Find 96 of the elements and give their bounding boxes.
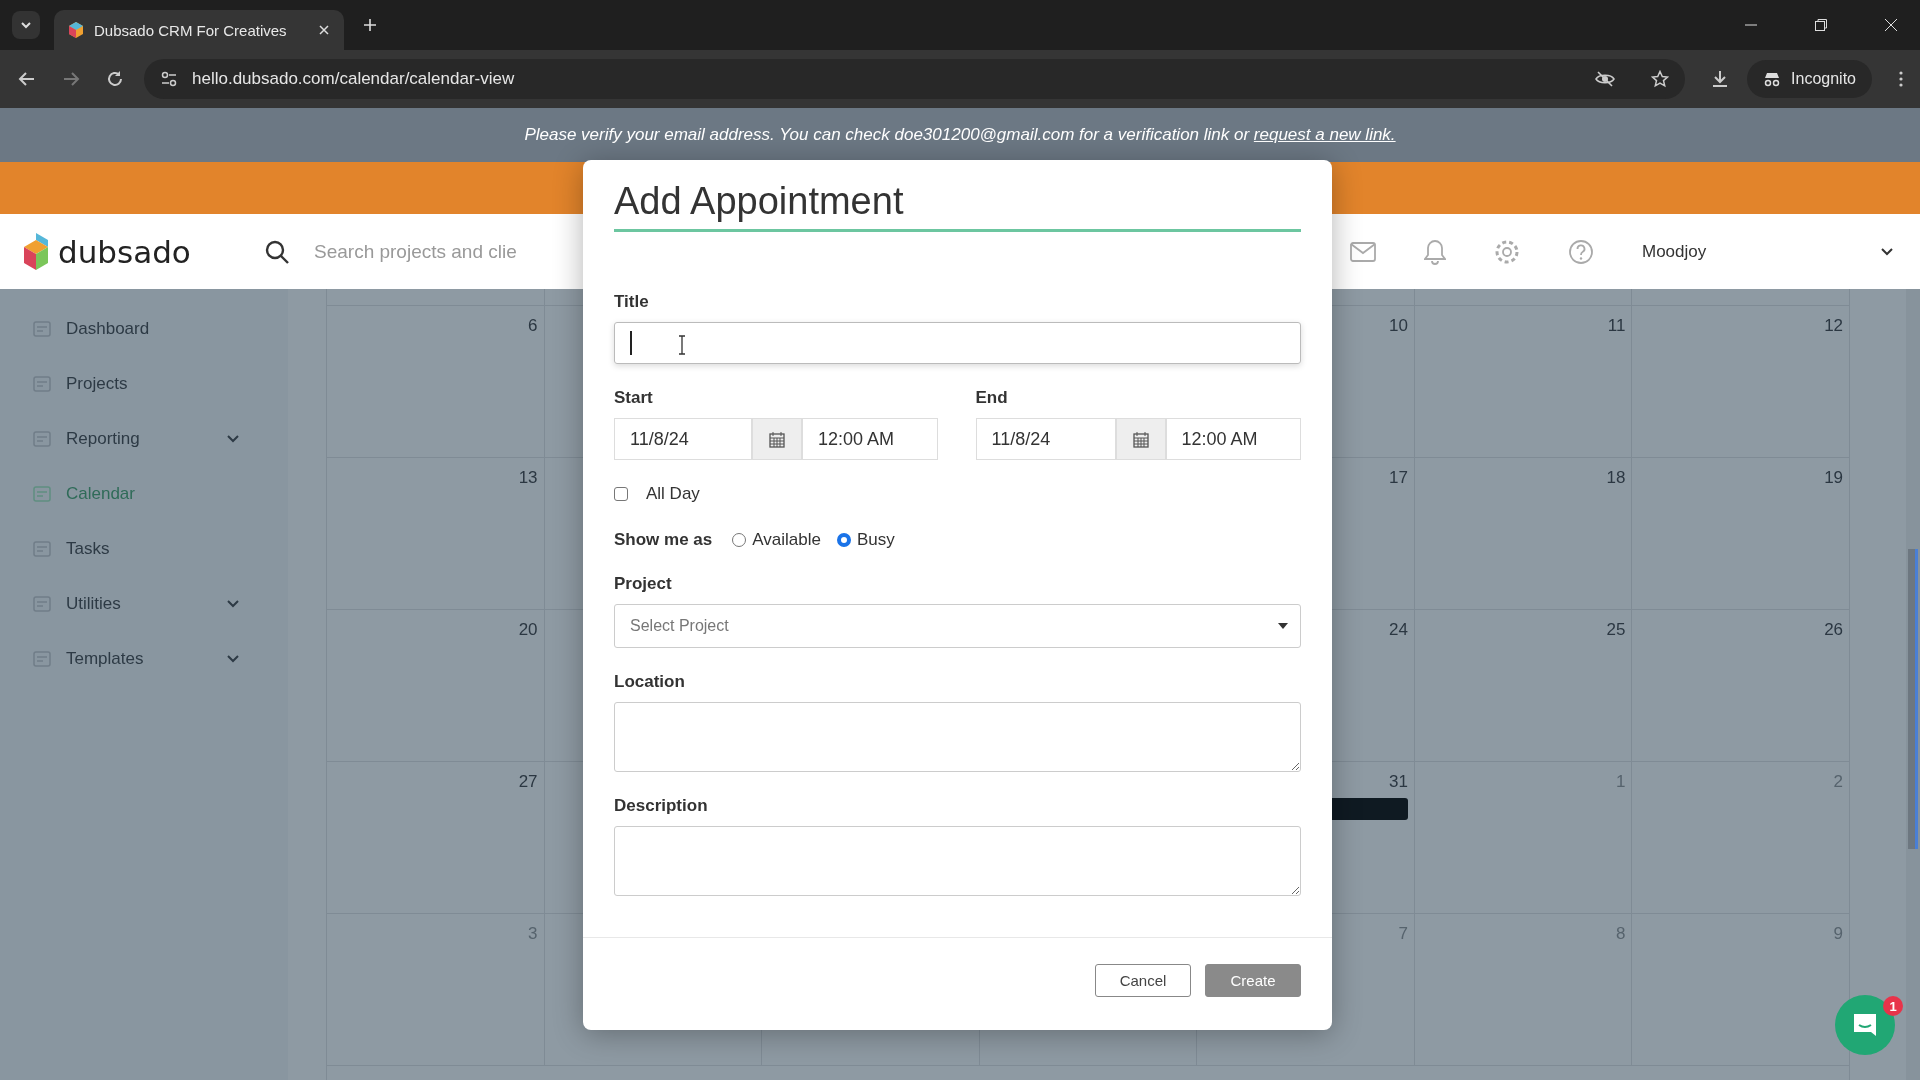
all-day-checkbox[interactable] [614, 487, 628, 501]
logo-icon [22, 230, 50, 273]
sidebar-item[interactable]: Projects [0, 356, 288, 411]
day-number: 7 [1398, 924, 1408, 944]
restore-icon[interactable] [1814, 18, 1828, 32]
radio-label: Busy [856, 530, 895, 550]
day-number: 27 [518, 772, 538, 792]
day-number: 20 [518, 620, 538, 640]
close-icon[interactable] [318, 24, 330, 36]
radio-button[interactable] [836, 533, 851, 547]
dialog-title: Add Appointment [614, 180, 1301, 232]
close-icon[interactable] [1884, 18, 1898, 32]
day-number: 11 [1607, 316, 1626, 336]
day-number: 31 [1388, 772, 1408, 792]
field-label: Project [614, 574, 673, 594]
field-label: End [975, 388, 1009, 408]
address-field[interactable]: hello.dubsado.com/calendar/calendar-view [144, 59, 1686, 99]
location-field[interactable] [614, 702, 1301, 772]
request-link[interactable]: request a new link. [1253, 125, 1396, 144]
more-icon[interactable] [1898, 70, 1904, 88]
day-number: 1 [1616, 772, 1626, 792]
day-number: 26 [1824, 620, 1844, 640]
tab-list-button[interactable] [12, 11, 40, 39]
verify-message: Please verify your email address. You can check doe301200@gmail.com for a verification link or request a new link. [524, 125, 1396, 145]
day-number: 25 [1606, 620, 1626, 640]
day-number: 19 [1824, 468, 1844, 488]
star-icon[interactable] [1651, 70, 1670, 88]
day-number: 10 [1388, 316, 1408, 336]
search-icon[interactable] [264, 238, 290, 265]
menu-item-icon [32, 593, 52, 614]
back-icon[interactable] [18, 70, 36, 88]
menu-item-icon [32, 538, 52, 559]
eye-slash-icon[interactable] [1595, 70, 1616, 88]
reload-icon[interactable] [106, 70, 124, 88]
settings-icon[interactable] [1494, 238, 1520, 265]
tab-title: Dubsado CRM For Creatives [94, 21, 288, 39]
day-number: 13 [518, 468, 538, 488]
field-label: Start [614, 388, 654, 408]
forward-icon[interactable] [62, 70, 80, 88]
create-button[interactable]: Create [1205, 963, 1301, 997]
time-field[interactable]: 12:00 AM [802, 418, 938, 460]
logo-text: dubsado [58, 233, 191, 270]
day-number: 18 [1606, 468, 1626, 488]
cancel-button[interactable]: Cancel [1095, 963, 1191, 997]
download-icon[interactable] [1711, 70, 1730, 88]
chat-button[interactable] [1835, 995, 1895, 1055]
sidebar-item[interactable]: Templates [0, 631, 288, 686]
day-number: 24 [1388, 620, 1408, 640]
day-number: 6 [528, 316, 538, 336]
logo-icon [68, 21, 84, 39]
day-number: 17 [1388, 468, 1408, 488]
calendar-icon [1132, 430, 1149, 448]
menu-item-icon [32, 648, 52, 669]
site-settings-icon[interactable] [160, 70, 178, 88]
field-label: Title [614, 292, 650, 312]
day-number: 2 [1833, 772, 1844, 792]
browser-tab[interactable]: Dubsado CRM For Creatives [54, 10, 344, 50]
mail-icon[interactable] [1350, 241, 1376, 262]
project-dropdown[interactable]: Select Project [614, 604, 1301, 648]
sidebar-item[interactable]: Dashboard [0, 301, 288, 356]
caret-icon [1278, 623, 1288, 629]
sidebar-item[interactable]: Tasks [0, 521, 288, 576]
bell-icon[interactable] [1424, 238, 1446, 265]
incognito-button[interactable]: Incognito [1747, 60, 1872, 98]
scrollbar[interactable] [1906, 289, 1920, 1080]
incognito-icon [1763, 71, 1782, 87]
menu-item-icon [32, 428, 52, 449]
time-field[interactable]: 12:00 AM [1165, 418, 1301, 460]
field-label: Location [614, 672, 686, 692]
field-label: Show me as [614, 530, 713, 550]
sidebar-item[interactable]: Reporting [0, 411, 288, 466]
day-number: 8 [1616, 924, 1626, 944]
description-field[interactable] [614, 826, 1301, 896]
notification-badge: 1 [1883, 996, 1903, 1016]
menu-item-icon [32, 373, 52, 394]
day-number: 9 [1833, 924, 1844, 944]
user-menu[interactable]: Moodjoy [1642, 241, 1832, 262]
new-tab-icon[interactable] [362, 17, 378, 33]
date-picker-button[interactable] [1115, 418, 1166, 460]
title-field[interactable] [614, 322, 1301, 364]
day-number: 12 [1824, 316, 1844, 336]
day-number: 3 [528, 924, 538, 944]
menu-item-icon [32, 483, 52, 504]
date-field[interactable]: 11/8/24 [975, 418, 1116, 460]
help-icon[interactable] [1568, 238, 1594, 265]
text-cursor-icon [677, 335, 687, 355]
chevron-down-icon [20, 21, 32, 29]
checkbox-label: All Day [646, 484, 700, 504]
calendar-icon [769, 430, 785, 448]
sidebar-item[interactable]: Utilities [0, 576, 288, 631]
date-field[interactable]: 11/8/24 [614, 418, 752, 460]
menu-item-icon [32, 318, 52, 339]
date-picker-button[interactable] [752, 418, 802, 460]
radio-label: Available [752, 530, 821, 550]
field-label: Description [614, 796, 709, 816]
chevron-down-icon[interactable] [1880, 246, 1894, 257]
